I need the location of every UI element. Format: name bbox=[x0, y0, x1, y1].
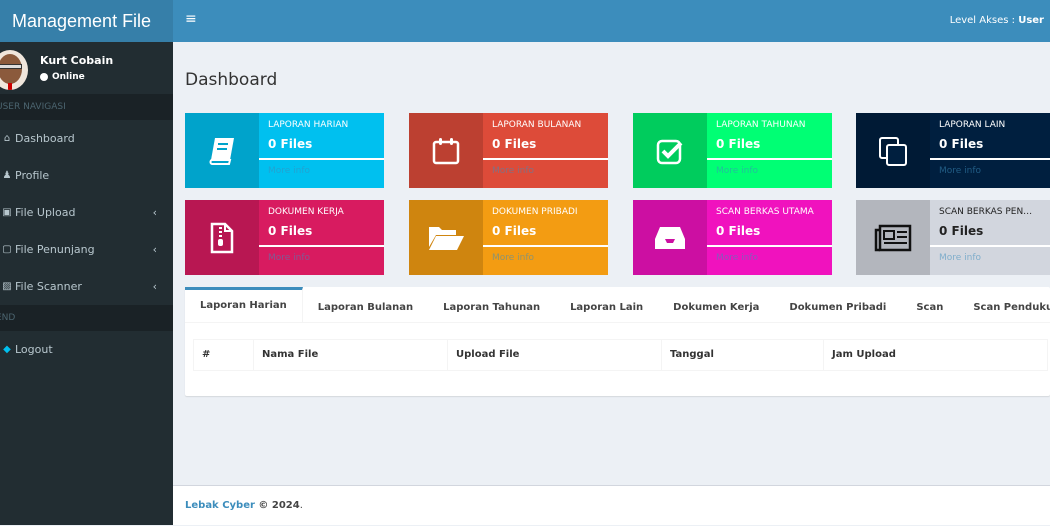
info-box-laporan-lain: LAPORAN LAIN 0 Files More info bbox=[856, 113, 1050, 188]
sidebar-item-file-penunjang[interactable]: ▢ File Penunjang ‹ bbox=[0, 231, 173, 268]
info-box-dokumen-pribadi: DOKUMEN PRIBADI 0 Files More info bbox=[409, 200, 608, 275]
info-box-value: 0 Files bbox=[492, 137, 537, 151]
book-icon bbox=[185, 113, 259, 188]
footer: Lebak Cyber © 2024. bbox=[173, 485, 1050, 525]
column-header[interactable]: # bbox=[194, 340, 254, 370]
info-box-laporan-bulanan: LAPORAN BULANAN 0 Files More info bbox=[409, 113, 608, 188]
copy-icon bbox=[856, 113, 930, 188]
info-box-value: 0 Files bbox=[716, 224, 761, 238]
info-box-label: SCAN BERKAS PEN… bbox=[939, 207, 1033, 217]
sidebar-section-header: USER NAVIGASI bbox=[0, 94, 173, 120]
sidebar-item-label: File Upload bbox=[15, 206, 76, 219]
tab-laporan-harian[interactable]: Laporan Harian bbox=[185, 287, 303, 322]
tab-dokumen-pribadi[interactable]: Dokumen Pribadi bbox=[774, 287, 901, 322]
sidebar-item-file-upload[interactable]: ▣ File Upload ‹ bbox=[0, 194, 173, 231]
info-box-laporan-harian: LAPORAN HARIAN 0 Files More info bbox=[185, 113, 384, 188]
sidebar-item-label: Profile bbox=[15, 169, 50, 182]
more-info-link[interactable]: More info bbox=[939, 166, 981, 176]
user-name: Kurt Cobain bbox=[40, 54, 114, 67]
folder-icon: ▢ bbox=[2, 244, 12, 255]
home-icon: ⌂ bbox=[3, 133, 11, 144]
sidebar-item-label: File Scanner bbox=[15, 280, 82, 293]
tab-bar: Laporan Harian Laporan Bulanan Laporan Tah… bbox=[185, 287, 1050, 323]
tab-scan[interactable]: Scan bbox=[901, 287, 958, 322]
user-icon: ♟ bbox=[2, 170, 12, 181]
check-square-icon bbox=[633, 113, 707, 188]
tab-laporan-lain[interactable]: Laporan Lain bbox=[555, 287, 658, 322]
sidebar-item-label: File Penunjang bbox=[15, 243, 95, 256]
tab-laporan-bulanan[interactable]: Laporan Bulanan bbox=[303, 287, 428, 322]
sidebar-item-dashboard[interactable]: ⌂ Dashboard bbox=[0, 120, 173, 157]
more-info-link[interactable]: More info bbox=[716, 166, 758, 176]
info-box-label: DOKUMEN PRIBADI bbox=[492, 207, 578, 217]
column-header[interactable]: Nama File bbox=[254, 340, 448, 370]
chevron-left-icon: ‹ bbox=[152, 280, 157, 293]
info-box-value: 0 Files bbox=[492, 224, 537, 238]
more-info-link[interactable]: More info bbox=[939, 253, 981, 263]
sidebar-item-logout[interactable]: ◆ Logout bbox=[0, 331, 173, 368]
sidebar-item-label: Logout bbox=[15, 343, 53, 356]
info-box-laporan-tahunan: LAPORAN TAHUNAN 0 Files More info bbox=[633, 113, 832, 188]
files-table-header: # Nama File Upload File Tanggal Jam Upload bbox=[193, 339, 1048, 371]
more-info-link[interactable]: More info bbox=[492, 166, 534, 176]
info-box-label: DOKUMEN KERJA bbox=[268, 207, 344, 217]
info-box-label: LAPORAN BULANAN bbox=[492, 120, 582, 130]
sidebar-section-end: END bbox=[0, 305, 173, 331]
info-box-value: 0 Files bbox=[939, 137, 984, 151]
chevron-left-icon: ‹ bbox=[152, 206, 157, 219]
sidebar-item-profile[interactable]: ♟ Profile bbox=[0, 157, 173, 194]
info-box-label: LAPORAN TAHUNAN bbox=[716, 120, 806, 130]
top-navbar: ≡ Level Akses : User bbox=[173, 0, 1050, 42]
info-box-value: 0 Files bbox=[716, 137, 761, 151]
tab-laporan-tahunan[interactable]: Laporan Tahunan bbox=[428, 287, 555, 322]
column-header[interactable]: Tanggal bbox=[662, 340, 824, 370]
newspaper-icon bbox=[856, 200, 930, 275]
sidebar-item-label: Dashboard bbox=[15, 132, 75, 145]
file-upload-icon: ▣ bbox=[2, 207, 12, 218]
image-icon: ▨ bbox=[2, 281, 12, 292]
tab-dokumen-kerja[interactable]: Dokumen Kerja bbox=[658, 287, 774, 322]
info-box-dokumen-kerja: DOKUMEN KERJA 0 Files More info bbox=[185, 200, 384, 275]
more-info-link[interactable]: More info bbox=[268, 166, 310, 176]
calendar-icon bbox=[409, 113, 483, 188]
more-info-link[interactable]: More info bbox=[716, 253, 758, 263]
app-logo[interactable]: Management File bbox=[0, 0, 173, 42]
tab-scan-pendukung[interactable]: Scan Pendukung bbox=[958, 287, 1050, 322]
avatar bbox=[0, 50, 28, 90]
inbox-icon bbox=[633, 200, 707, 275]
chevron-left-icon: ‹ bbox=[152, 243, 157, 256]
more-info-link[interactable]: More info bbox=[268, 253, 310, 263]
hamburger-icon[interactable]: ≡ bbox=[185, 11, 197, 27]
info-box-label: SCAN BERKAS UTAMA bbox=[716, 207, 814, 217]
info-box-label: LAPORAN HARIAN bbox=[268, 120, 349, 130]
more-info-link[interactable]: More info bbox=[492, 253, 534, 263]
info-box-scan-berkas-pen: SCAN BERKAS PEN… 0 Files More info bbox=[856, 200, 1050, 275]
info-box-value: 0 Files bbox=[268, 137, 313, 151]
online-dot-icon bbox=[40, 73, 48, 81]
info-box-value: 0 Files bbox=[939, 224, 984, 238]
tab-panel: Laporan Harian Laporan Bulanan Laporan Tah… bbox=[185, 287, 1050, 396]
column-header[interactable]: Jam Upload bbox=[824, 340, 1047, 370]
column-header[interactable]: Upload File bbox=[448, 340, 662, 370]
folder-open-icon bbox=[409, 200, 483, 275]
user-panel: Kurt Cobain Online bbox=[0, 42, 173, 94]
file-zip-icon bbox=[185, 200, 259, 275]
info-box-label: LAPORAN LAIN bbox=[939, 120, 1006, 130]
sidebar: Management File Kurt Cobain Online USER … bbox=[0, 0, 173, 525]
user-status: Online bbox=[40, 72, 113, 82]
main-content: Dashboard LAPORAN HARIAN 0 Files More in… bbox=[173, 42, 1050, 485]
footer-brand-link[interactable]: Lebak Cyber bbox=[185, 500, 255, 511]
logout-icon: ◆ bbox=[3, 344, 11, 355]
sidebar-item-file-scanner[interactable]: ▨ File Scanner ‹ bbox=[0, 268, 173, 305]
info-box-scan-berkas-utama: SCAN BERKAS UTAMA 0 Files More info bbox=[633, 200, 832, 275]
info-box-value: 0 Files bbox=[268, 224, 313, 238]
access-level: Level Akses : User bbox=[949, 15, 1044, 26]
page-title: Dashboard bbox=[185, 70, 278, 90]
